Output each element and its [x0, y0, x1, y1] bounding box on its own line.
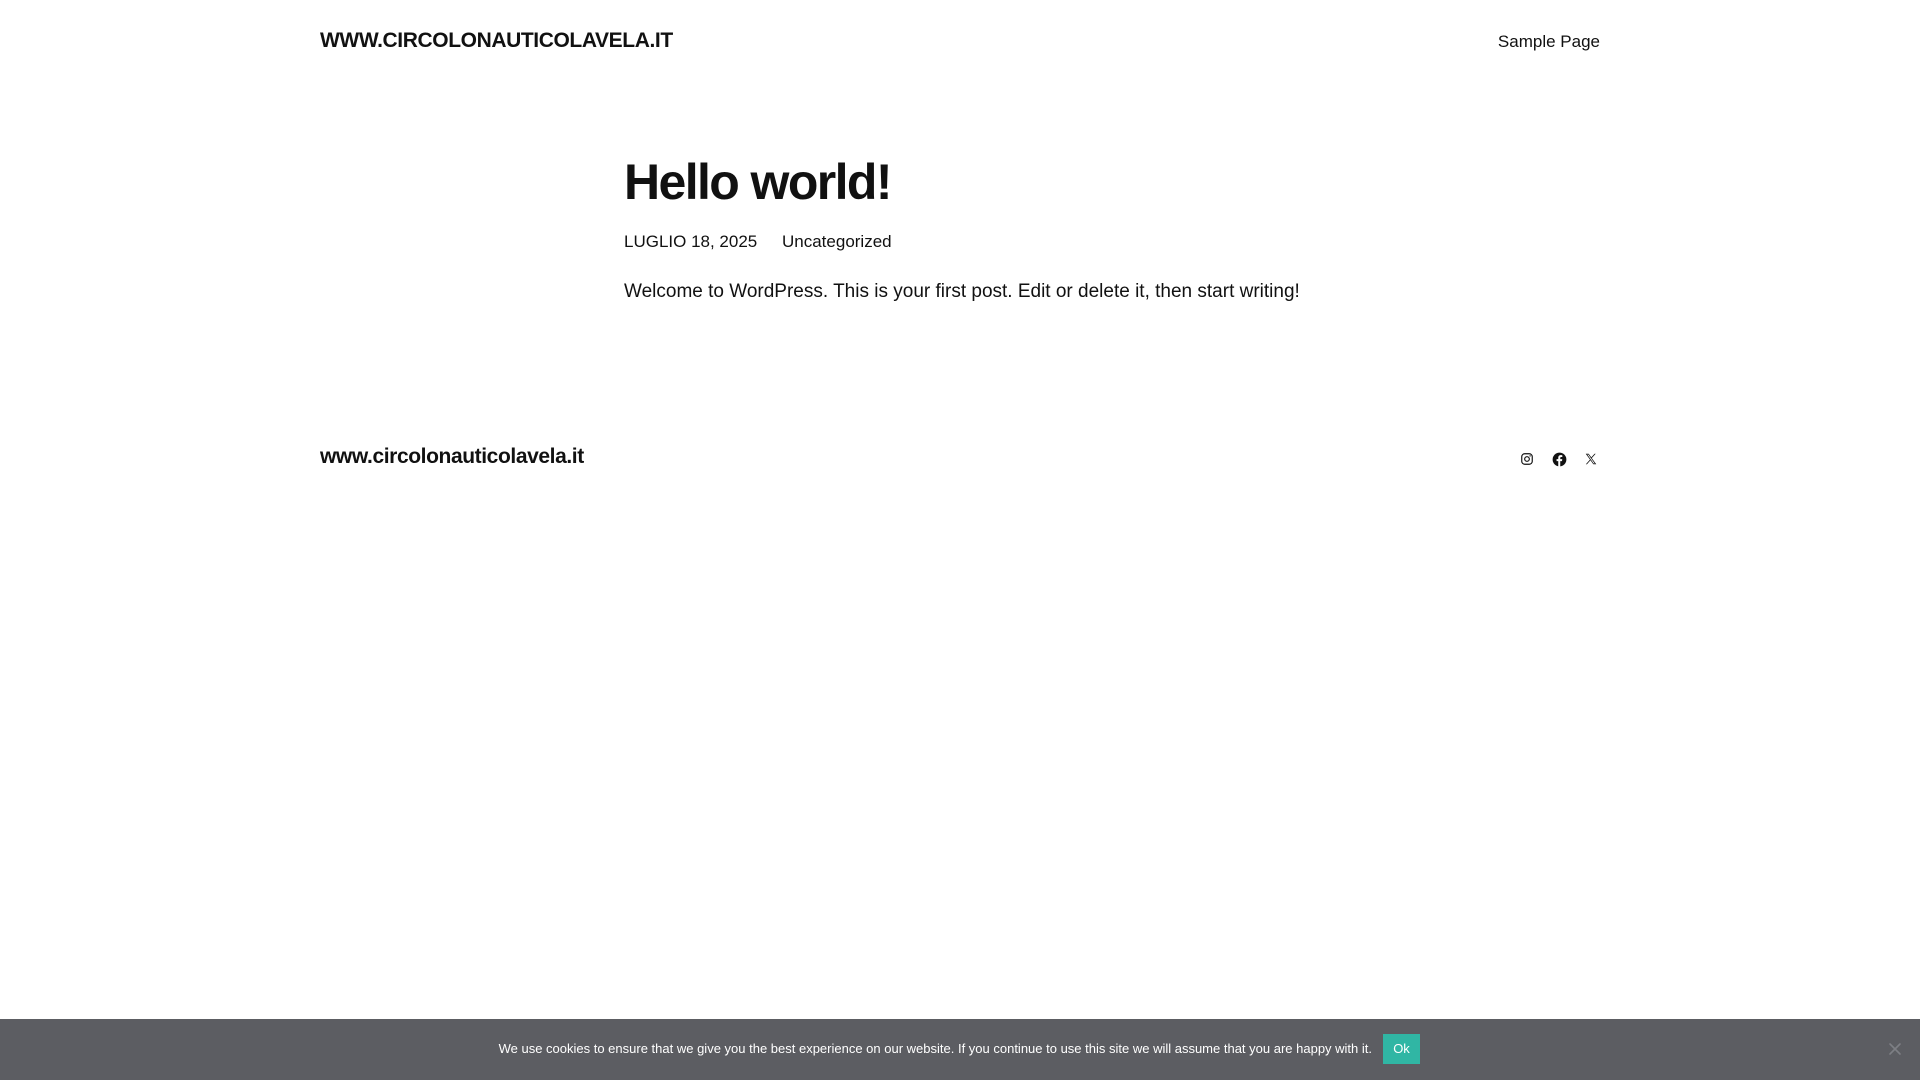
- post: Hello world! LUGLIO 18, 2025 Uncategoriz…: [624, 150, 1324, 323]
- post-title[interactable]: Hello world!: [624, 150, 1324, 214]
- site-title-link[interactable]: WWW.CIRCOLONAUTICOLAVELA.IT: [320, 29, 673, 53]
- cookie-notice: We use cookies to ensure that we give yo…: [0, 1019, 1920, 1080]
- facebook-icon[interactable]: [1550, 450, 1568, 468]
- site-header: WWW.CIRCOLONAUTICOLAVELA.IT Sample Page: [320, 0, 1600, 88]
- cookie-notice-text: We use cookies to ensure that we give yo…: [498, 1041, 1372, 1056]
- instagram-icon[interactable]: [1518, 450, 1536, 468]
- social-links: [1518, 450, 1600, 468]
- footer-site-title-link[interactable]: www.circolonauticolavela.it: [320, 445, 584, 469]
- close-icon[interactable]: [1886, 1040, 1904, 1058]
- post-category-link[interactable]: Uncategorized: [782, 232, 892, 251]
- cookie-accept-button[interactable]: Ok: [1383, 1034, 1420, 1064]
- post-date[interactable]: LUGLIO 18, 2025: [624, 232, 757, 251]
- x-icon[interactable]: [1582, 450, 1600, 468]
- site-footer: www.circolonauticolavela.it: [320, 440, 1600, 480]
- post-meta: LUGLIO 18, 2025 Uncategorized: [624, 231, 1324, 253]
- nav-link-sample-page[interactable]: Sample Page: [1498, 32, 1600, 52]
- post-body: Welcome to WordPress. This is your first…: [624, 281, 1300, 302]
